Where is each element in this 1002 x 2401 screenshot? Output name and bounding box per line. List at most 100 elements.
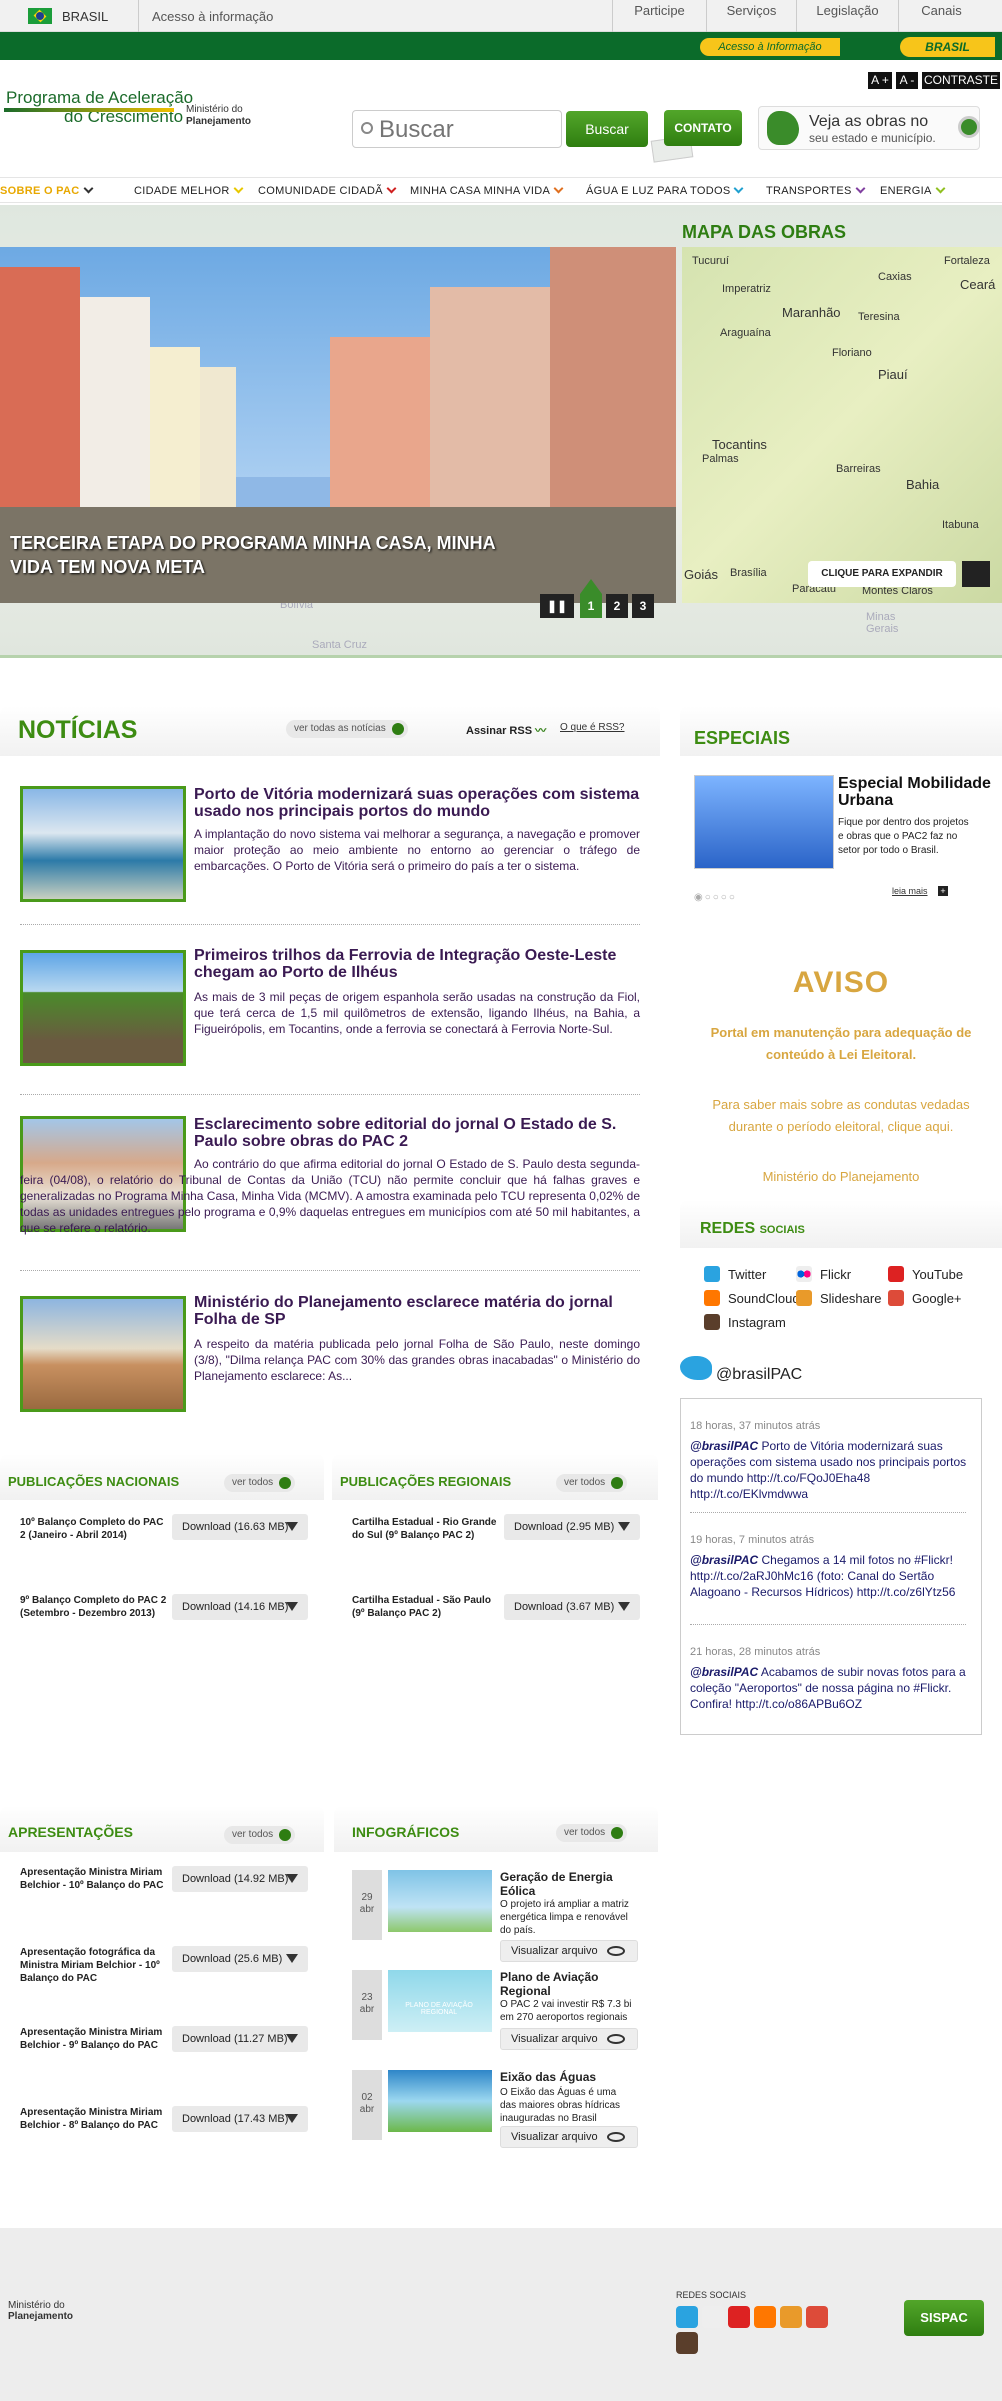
- twitter-handle[interactable]: @brasilPAC: [716, 1366, 802, 1384]
- info-thumbnail[interactable]: PLANO DE AVIAÇÃO REGIONAL: [388, 1970, 492, 2032]
- brasil-link[interactable]: BRASIL: [62, 9, 108, 24]
- eye-icon: [607, 2132, 625, 2142]
- chevron-down-icon[interactable]: [958, 116, 980, 138]
- rss-link[interactable]: Assinar RSS 〰: [466, 722, 546, 738]
- building: [430, 287, 550, 527]
- expand-map-button[interactable]: CLIQUE PARA EXPANDIR: [808, 561, 956, 587]
- aviso-title: AVISO: [792, 966, 890, 999]
- news-image[interactable]: [20, 950, 186, 1066]
- ver-todos-link[interactable]: ver todos: [556, 1474, 628, 1492]
- news-image[interactable]: [20, 1296, 186, 1412]
- news-image[interactable]: [20, 786, 186, 902]
- brazil-map-icon: [767, 111, 799, 145]
- slide-page-3[interactable]: 3: [632, 594, 654, 618]
- info-thumbnail[interactable]: [388, 1870, 492, 1932]
- instagram-link[interactable]: Instagram: [704, 1314, 786, 1330]
- ver-todos-link[interactable]: ver todos: [556, 1824, 628, 1842]
- news-title[interactable]: Esclarecimento sobre editorial do jornal…: [194, 1116, 640, 1150]
- carousel-dots[interactable]: ◉○○○○: [694, 892, 737, 903]
- pub-reg-title: PUBLICAÇÕES REGIONAIS: [340, 1474, 512, 1489]
- slide-page-1[interactable]: 1: [580, 594, 602, 618]
- contrast-button[interactable]: CONTRASTE: [922, 72, 1000, 89]
- nav-agua-luz[interactable]: ÁGUA E LUZ PARA TODOS: [586, 178, 744, 204]
- flickr-link[interactable]: Flickr: [796, 1266, 851, 1282]
- map-label: Itabuna: [942, 519, 979, 531]
- slideshare-link[interactable]: Slideshare: [796, 1290, 881, 1306]
- download-button[interactable]: Download (16.63 MB): [172, 1514, 308, 1540]
- ver-todos-link[interactable]: ver todos: [224, 1826, 296, 1844]
- font-increase-button[interactable]: A +: [868, 72, 892, 89]
- ver-todos-link[interactable]: ver todos: [224, 1474, 296, 1492]
- tweet-user[interactable]: @brasilPAC: [690, 1439, 758, 1453]
- download-button[interactable]: Download (17.43 MB): [172, 2106, 308, 2132]
- search-input[interactable]: [379, 117, 555, 143]
- twitter-icon[interactable]: [676, 2306, 698, 2328]
- sispac-button[interactable]: SISPAC: [904, 2300, 984, 2336]
- nav-comunidade-cidada[interactable]: COMUNIDADE CIDADÃ: [258, 178, 397, 204]
- contato-button[interactable]: CONTATO: [664, 110, 742, 146]
- fullscreen-icon[interactable]: [962, 561, 990, 587]
- nav-cidade-melhor[interactable]: CIDADE MELHOR: [134, 178, 244, 204]
- canais-link[interactable]: Canais: [898, 0, 984, 32]
- download-button[interactable]: Download (11.27 MB): [172, 2026, 308, 2052]
- slideshare-icon[interactable]: [780, 2306, 802, 2328]
- footer-ministerio2: Planejamento: [8, 2311, 74, 2322]
- visualizar-button[interactable]: Visualizar arquivo: [500, 2126, 638, 2148]
- download-button[interactable]: Download (25.6 MB): [172, 1946, 308, 1972]
- ver-todas-noticias-link[interactable]: ver todas as notícias: [286, 720, 408, 738]
- twitter-link[interactable]: Twitter: [704, 1266, 766, 1282]
- participe-link[interactable]: Participe: [612, 0, 706, 32]
- acesso-informacao-link[interactable]: Acesso à informação: [152, 9, 273, 24]
- news-title[interactable]: Primeiros trilhos da Ferrovia de Integra…: [194, 947, 640, 981]
- nav-sobre-pac[interactable]: SOBRE O PAC: [0, 178, 93, 204]
- soundcloud-icon[interactable]: [754, 2306, 776, 2328]
- especial-image[interactable]: [694, 775, 834, 869]
- apresentacao-name: Apresentação Ministra Miriam Belchior - …: [20, 2107, 163, 2131]
- aviso-link[interactable]: Para saber mais sobre as condutas vedada…: [680, 1094, 1002, 1138]
- brasil-logo[interactable]: BRASIL: [900, 37, 995, 57]
- visualizar-button[interactable]: Visualizar arquivo: [500, 1940, 638, 1962]
- tweet-user[interactable]: @brasilPAC: [690, 1553, 758, 1567]
- slideshare-icon: [796, 1290, 812, 1306]
- acesso-informacao-tab[interactable]: Acesso à Informação: [700, 38, 840, 56]
- info-item-title[interactable]: Eixão das Águas: [500, 2070, 630, 2084]
- especial-title[interactable]: Especial Mobilidade Urbana: [838, 775, 998, 809]
- visualizar-button[interactable]: Visualizar arquivo: [500, 2028, 638, 2050]
- youtube-icon[interactable]: [728, 2306, 750, 2328]
- download-button[interactable]: Download (14.92 MB): [172, 1866, 308, 1892]
- download-button[interactable]: Download (2.95 MB): [504, 1514, 640, 1540]
- info-thumbnail[interactable]: [388, 2070, 492, 2132]
- googleplus-link[interactable]: Google+: [888, 1290, 962, 1306]
- info-item-title[interactable]: Geração de Energia Eólica: [500, 1870, 620, 1898]
- info-item-title[interactable]: Plano de Aviação Regional: [500, 1970, 630, 1998]
- slide-caption[interactable]: TERCEIRA ETAPA DO PROGRAMA MINHA CASA, M…: [0, 523, 540, 587]
- googleplus-icon[interactable]: [806, 2306, 828, 2328]
- nav-energia[interactable]: ENERGIA: [880, 178, 946, 204]
- search-button[interactable]: Buscar: [566, 111, 648, 147]
- mapa-obras[interactable]: Tucuruí Imperatriz Maranhão Caxias Teres…: [682, 247, 1002, 603]
- nav-minha-casa[interactable]: MINHA CASA MINHA VIDA: [410, 178, 564, 204]
- download-button[interactable]: Download (14.16 MB): [172, 1594, 308, 1620]
- download-button[interactable]: Download (3.67 MB): [504, 1594, 640, 1620]
- pac-logo[interactable]: Programa de Aceleração do Crescimento: [6, 88, 193, 126]
- tweet-user[interactable]: @brasilPAC: [690, 1665, 758, 1679]
- servicos-link[interactable]: Serviços: [706, 0, 796, 32]
- flickr-icon[interactable]: [702, 2306, 724, 2328]
- soundcloud-link[interactable]: SoundCloud: [704, 1290, 800, 1306]
- apresentacao-name: Apresentação Ministra Miriam Belchior - …: [20, 1867, 164, 1891]
- font-decrease-button[interactable]: A -: [896, 72, 918, 89]
- legislacao-link[interactable]: Legislação: [796, 0, 898, 32]
- plus-icon[interactable]: +: [938, 886, 948, 896]
- obras-selector[interactable]: Veja as obras no seu estado e município.: [758, 106, 980, 150]
- news-title[interactable]: Porto de Vitória modernizará suas operaç…: [194, 786, 640, 820]
- nav-transportes[interactable]: TRANSPORTES: [766, 178, 866, 204]
- mapa-title: MAPA DAS OBRAS: [682, 222, 847, 242]
- slide-page-2[interactable]: 2: [606, 594, 628, 618]
- oque-rss-link[interactable]: O que é RSS?: [560, 722, 624, 733]
- pause-button[interactable]: ❚❚: [540, 594, 574, 618]
- news-text: As mais de 3 mil peças de origem espanho…: [194, 990, 640, 1036]
- youtube-link[interactable]: YouTube: [888, 1266, 963, 1282]
- leia-mais-link[interactable]: leia mais: [892, 886, 928, 896]
- instagram-icon[interactable]: [676, 2332, 698, 2354]
- news-title[interactable]: Ministério do Planejamento esclarece mat…: [194, 1294, 640, 1328]
